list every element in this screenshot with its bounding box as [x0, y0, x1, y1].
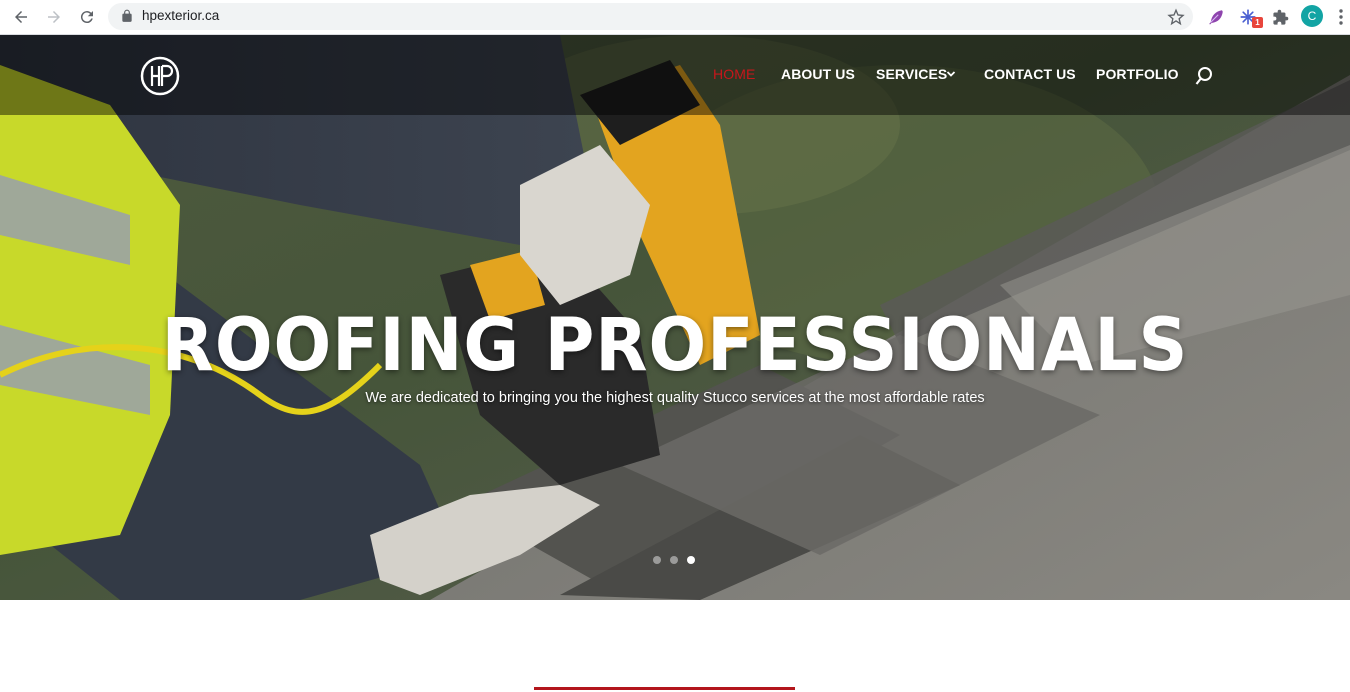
extension-badge: 1: [1252, 17, 1263, 28]
nav-services[interactable]: SERVICES: [876, 66, 947, 82]
slider-pagination: [653, 556, 695, 564]
forward-button[interactable]: [42, 6, 66, 28]
nav-about-us[interactable]: ABOUT US: [781, 66, 855, 82]
section-divider: [534, 687, 795, 690]
more-menu-icon[interactable]: [1338, 8, 1344, 26]
search-icon[interactable]: [1195, 66, 1213, 86]
back-button[interactable]: [9, 6, 33, 28]
slide-dot-1[interactable]: [653, 556, 661, 564]
slide-dot-2[interactable]: [670, 556, 678, 564]
arrow-left-icon: [15, 11, 27, 23]
profile-avatar[interactable]: C: [1301, 5, 1323, 27]
browser-toolbar: hpexterior.ca 1 C: [0, 0, 1350, 35]
address-bar[interactable]: hpexterior.ca: [108, 3, 1193, 30]
url-text[interactable]: hpexterior.ca: [142, 8, 219, 23]
reload-button[interactable]: [75, 6, 99, 28]
reload-icon: [80, 11, 93, 24]
puzzle-extensions-icon[interactable]: [1270, 7, 1290, 27]
slide-dot-3[interactable]: [687, 556, 695, 564]
lock-icon: [122, 9, 132, 22]
nav-portfolio[interactable]: PORTFOLIO: [1096, 66, 1179, 82]
hero-title: ROOFING PROFESSIONALS: [161, 303, 1189, 388]
hero-subtitle: We are dedicated to bringing you the hig…: [365, 390, 985, 406]
hero-slider: HOME ABOUT US SERVICES CONTACT US PORTFO…: [0, 35, 1350, 600]
hp-logo[interactable]: [140, 56, 180, 96]
feather-extension-icon[interactable]: [1206, 7, 1226, 27]
site-header: HOME ABOUT US SERVICES CONTACT US PORTFO…: [0, 35, 1350, 115]
nav-home[interactable]: HOME: [713, 66, 755, 82]
chevron-down-icon[interactable]: [946, 69, 956, 79]
arrow-right-icon: [48, 11, 60, 23]
nav-contact-us[interactable]: CONTACT US: [984, 66, 1076, 82]
bookmark-star-icon[interactable]: [1167, 8, 1185, 26]
